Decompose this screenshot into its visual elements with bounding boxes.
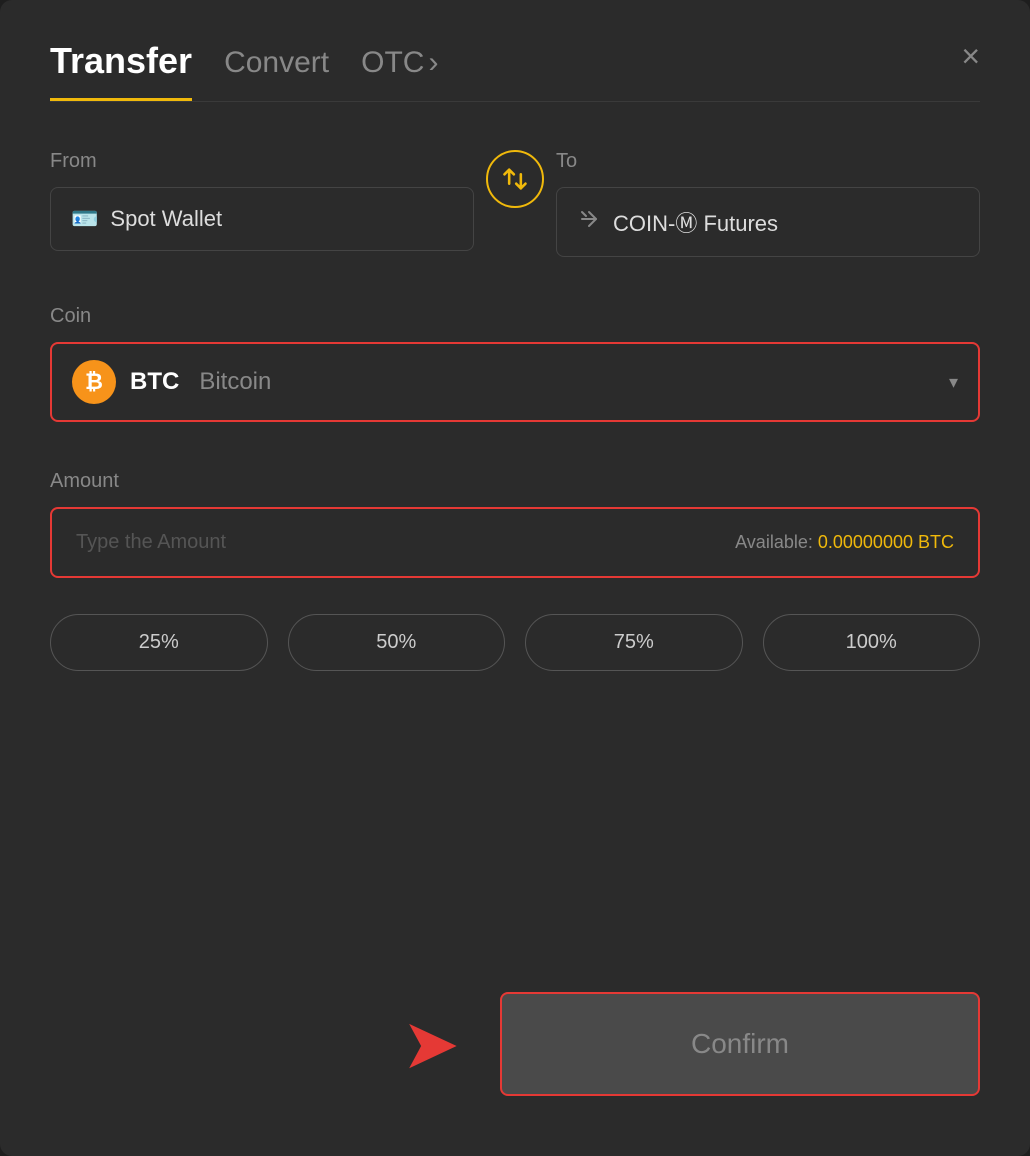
arrow-right-icon: ➤: [401, 1009, 460, 1079]
tab-transfer[interactable]: Transfer: [50, 40, 192, 101]
swap-wrapper: [474, 150, 556, 218]
header-divider: [50, 101, 980, 102]
to-wallet-selector[interactable]: COIN-Ⓜ Futures: [556, 187, 980, 257]
chevron-down-icon: ▾: [949, 372, 958, 393]
confirm-section: ➤ Confirm: [50, 972, 980, 1096]
coin-label: Coin: [50, 305, 980, 328]
swap-button[interactable]: [486, 150, 544, 208]
modal-header: Transfer Convert OTC › ×: [50, 40, 980, 101]
pct-25-button[interactable]: 25%: [50, 614, 268, 671]
coin-symbol: BTC: [130, 368, 179, 396]
amount-label: Amount: [50, 470, 980, 493]
amount-placeholder: Type the Amount: [76, 531, 226, 554]
pct-100-button[interactable]: 100%: [763, 614, 981, 671]
coin-selector[interactable]: ₿ BTC Bitcoin ▾: [50, 342, 980, 422]
available-value: 0.00000000 BTC: [818, 532, 954, 552]
from-wallet-name: Spot Wallet: [110, 206, 222, 232]
to-wallet-name: COIN-Ⓜ Futures: [613, 206, 778, 238]
coin-name: Bitcoin: [199, 368, 271, 396]
pct-50-button[interactable]: 50%: [288, 614, 506, 671]
btc-icon: ₿: [72, 360, 116, 404]
percentage-buttons: 25% 50% 75% 100%: [50, 614, 980, 671]
to-block: To COIN-Ⓜ Futures: [556, 150, 980, 257]
amount-input-box[interactable]: Type the Amount Available: 0.00000000 BT…: [50, 507, 980, 578]
from-to-section: From 🪪 Spot Wallet To: [50, 150, 980, 257]
coin-section: Coin ₿ BTC Bitcoin ▾: [50, 305, 980, 422]
to-label: To: [556, 150, 980, 173]
tab-convert[interactable]: Convert: [224, 46, 329, 96]
tab-otc[interactable]: OTC ›: [361, 46, 438, 96]
from-label: From: [50, 150, 474, 173]
from-block: From 🪪 Spot Wallet: [50, 150, 474, 251]
wallet-card-icon: 🪪: [71, 206, 98, 232]
confirm-button[interactable]: Confirm: [500, 992, 980, 1096]
amount-available: Available: 0.00000000 BTC: [735, 532, 954, 553]
amount-section: Amount Type the Amount Available: 0.0000…: [50, 470, 980, 578]
transfer-modal: Transfer Convert OTC › × From 🪪 Spot Wal…: [0, 0, 1030, 1156]
pct-75-button[interactable]: 75%: [525, 614, 743, 671]
from-wallet-selector[interactable]: 🪪 Spot Wallet: [50, 187, 474, 251]
close-button[interactable]: ×: [961, 40, 980, 72]
futures-icon: [577, 207, 601, 237]
